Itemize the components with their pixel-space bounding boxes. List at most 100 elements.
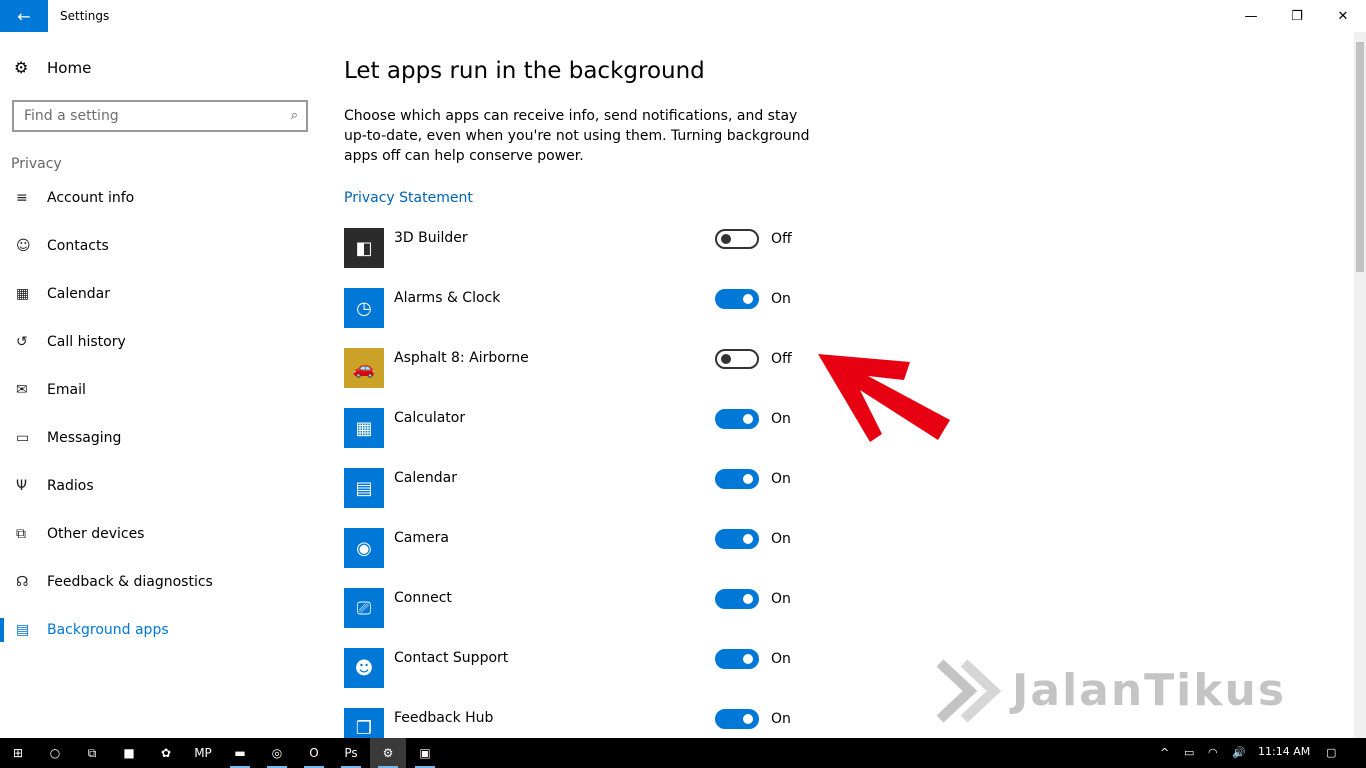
other-devices-icon: ⧉: [16, 526, 26, 542]
email-icon: ✉: [16, 382, 28, 398]
sidebar-item-label: Calendar: [47, 286, 110, 302]
toggle-knob: [743, 714, 753, 724]
red-arrow-annotation: [818, 354, 950, 442]
app-row: ◷ Alarms & Clock On: [344, 288, 844, 348]
calendar-app-icon: ▤: [344, 468, 384, 508]
calendar-icon: ▦: [16, 286, 30, 302]
tray-chevron-icon[interactable]: ^: [1160, 746, 1169, 759]
toggle-state-label: On: [771, 651, 791, 667]
window-title: Settings: [60, 9, 110, 23]
app-name: 3D Builder: [394, 230, 468, 246]
messaging-icon: ▭: [16, 430, 30, 446]
background-toggle[interactable]: [715, 649, 759, 669]
sidebar-item-label: Radios: [47, 478, 94, 494]
toggle-knob: [743, 294, 753, 304]
home-nav-item[interactable]: ⚙ Home: [14, 58, 91, 77]
search-icon[interactable]: ⌕: [291, 108, 298, 123]
photoshop-icon[interactable]: Ps: [333, 738, 369, 768]
privacy-statement-link[interactable]: Privacy Statement: [344, 190, 473, 206]
background-toggle[interactable]: [715, 349, 759, 369]
app-row: ◧ 3D Builder Off: [344, 228, 844, 288]
background-toggle[interactable]: [715, 289, 759, 309]
sidebar-item-account-info[interactable]: ≡ Account info: [0, 174, 320, 222]
action-center-icon[interactable]: ▢: [1326, 746, 1336, 759]
radios-icon: Ψ: [16, 478, 28, 494]
toggle-state-label: On: [771, 711, 791, 727]
background-toggle[interactable]: [715, 409, 759, 429]
sidebar-item-other-devices[interactable]: ⧉ Other devices: [0, 510, 320, 558]
sidebar-item-label: Call history: [47, 334, 126, 350]
background-toggle[interactable]: [715, 529, 759, 549]
taskbar: 11:14 AM ▢ ⊞ ○ ⧉ ■ ✿ MP ▬ ◎ O Ps ⚙ ▣ ^ ▭ ◠ 🔊: [0, 738, 1366, 768]
search-input[interactable]: [24, 108, 274, 124]
sidebar-item-label: Feedback & diagnostics: [47, 574, 213, 590]
app-icon-paint[interactable]: ✿: [148, 738, 184, 768]
task-view-button[interactable]: ⧉: [74, 738, 110, 768]
3d-builder-icon: ◧: [344, 228, 384, 268]
background-toggle[interactable]: [715, 469, 759, 489]
battery-icon[interactable]: ▭: [1184, 746, 1194, 759]
toggle-state-label: On: [771, 291, 791, 307]
sidebar-item-messaging[interactable]: ▭ Messaging: [0, 414, 320, 462]
scrollbar[interactable]: [1354, 32, 1366, 738]
search-box[interactable]: ⌕: [12, 100, 308, 132]
section-label: Privacy: [11, 156, 62, 172]
restore-button[interactable]: ❐: [1274, 0, 1320, 32]
sidebar-item-contacts[interactable]: ☺ Contacts: [0, 222, 320, 270]
minimize-button[interactable]: —: [1228, 0, 1274, 32]
background-toggle[interactable]: [715, 589, 759, 609]
back-button[interactable]: ←: [0, 0, 48, 32]
scrollbar-thumb[interactable]: [1356, 42, 1364, 272]
page-title: Let apps run in the background: [344, 58, 705, 84]
privacy-nav: ≡ Account info ☺ Contacts ▦ Calendar ↺ Call his…: [0, 174, 320, 654]
volume-icon[interactable]: 🔊: [1232, 746, 1246, 759]
app-icon-mp[interactable]: MP: [185, 738, 221, 768]
title-bar: ← Settings — ❐ ✕: [0, 0, 1366, 32]
toggle-knob: [743, 414, 753, 424]
chrome-icon[interactable]: ◎: [259, 738, 295, 768]
back-arrow-icon: ←: [17, 6, 31, 26]
sidebar-item-label: Account info: [47, 190, 135, 206]
toggle-state-label: On: [771, 411, 791, 427]
app-name: Calculator: [394, 410, 466, 426]
clock[interactable]: 11:14 AM: [1258, 745, 1310, 758]
start-button[interactable]: ⊞: [0, 738, 36, 768]
account-info-icon: ≡: [16, 190, 28, 206]
background-toggle[interactable]: [715, 709, 759, 729]
app-row: ⎚ Connect On: [344, 588, 844, 648]
sidebar-item-background-apps[interactable]: ▤ Background apps: [0, 606, 320, 654]
toggle-knob: [721, 234, 731, 244]
camera-icon: ◉: [344, 528, 384, 568]
sidebar-item-call-history[interactable]: ↺ Call history: [0, 318, 320, 366]
toggle-knob: [743, 654, 753, 664]
sidebar-item-email[interactable]: ✉ Email: [0, 366, 320, 414]
toggle-state-label: On: [771, 471, 791, 487]
app-name: Contact Support: [394, 650, 509, 666]
toggle-state-label: On: [771, 591, 791, 607]
gear-icon: ⚙: [14, 58, 29, 77]
settings-taskbar-icon[interactable]: ⚙: [370, 738, 406, 768]
remote-desktop-icon[interactable]: ▣: [407, 738, 443, 768]
app-row: ❐ Feedback Hub On: [344, 708, 844, 738]
cortana-button[interactable]: ○: [37, 738, 73, 768]
toggle-knob: [743, 474, 753, 484]
file-explorer-icon[interactable]: ▬: [222, 738, 258, 768]
toggle-state-label: Off: [771, 231, 792, 247]
close-button[interactable]: ✕: [1320, 0, 1366, 32]
sidebar-item-calendar[interactable]: ▦ Calendar: [0, 270, 320, 318]
sticky-notes-icon[interactable]: ■: [111, 738, 147, 768]
sidebar-item-label: Other devices: [47, 526, 145, 542]
app-name: Feedback Hub: [394, 710, 494, 726]
background-toggle[interactable]: [715, 229, 759, 249]
wifi-icon[interactable]: ◠: [1208, 746, 1218, 759]
toggle-state-label: On: [771, 531, 791, 547]
asphalt-icon: 🚗: [344, 348, 384, 388]
outlook-icon[interactable]: O: [296, 738, 332, 768]
contact-support-icon: ☻: [344, 648, 384, 688]
alarms-clock-icon: ◷: [344, 288, 384, 328]
sidebar-item-radios[interactable]: Ψ Radios: [0, 462, 320, 510]
app-name: Alarms & Clock: [394, 290, 501, 306]
sidebar-item-feedback-diagnostics[interactable]: ☊ Feedback & diagnostics: [0, 558, 320, 606]
calculator-icon: ▦: [344, 408, 384, 448]
sidebar: ⚙ Home ⌕ Privacy ≡ Account info ☺ Contacts ▦…: [0, 32, 320, 738]
